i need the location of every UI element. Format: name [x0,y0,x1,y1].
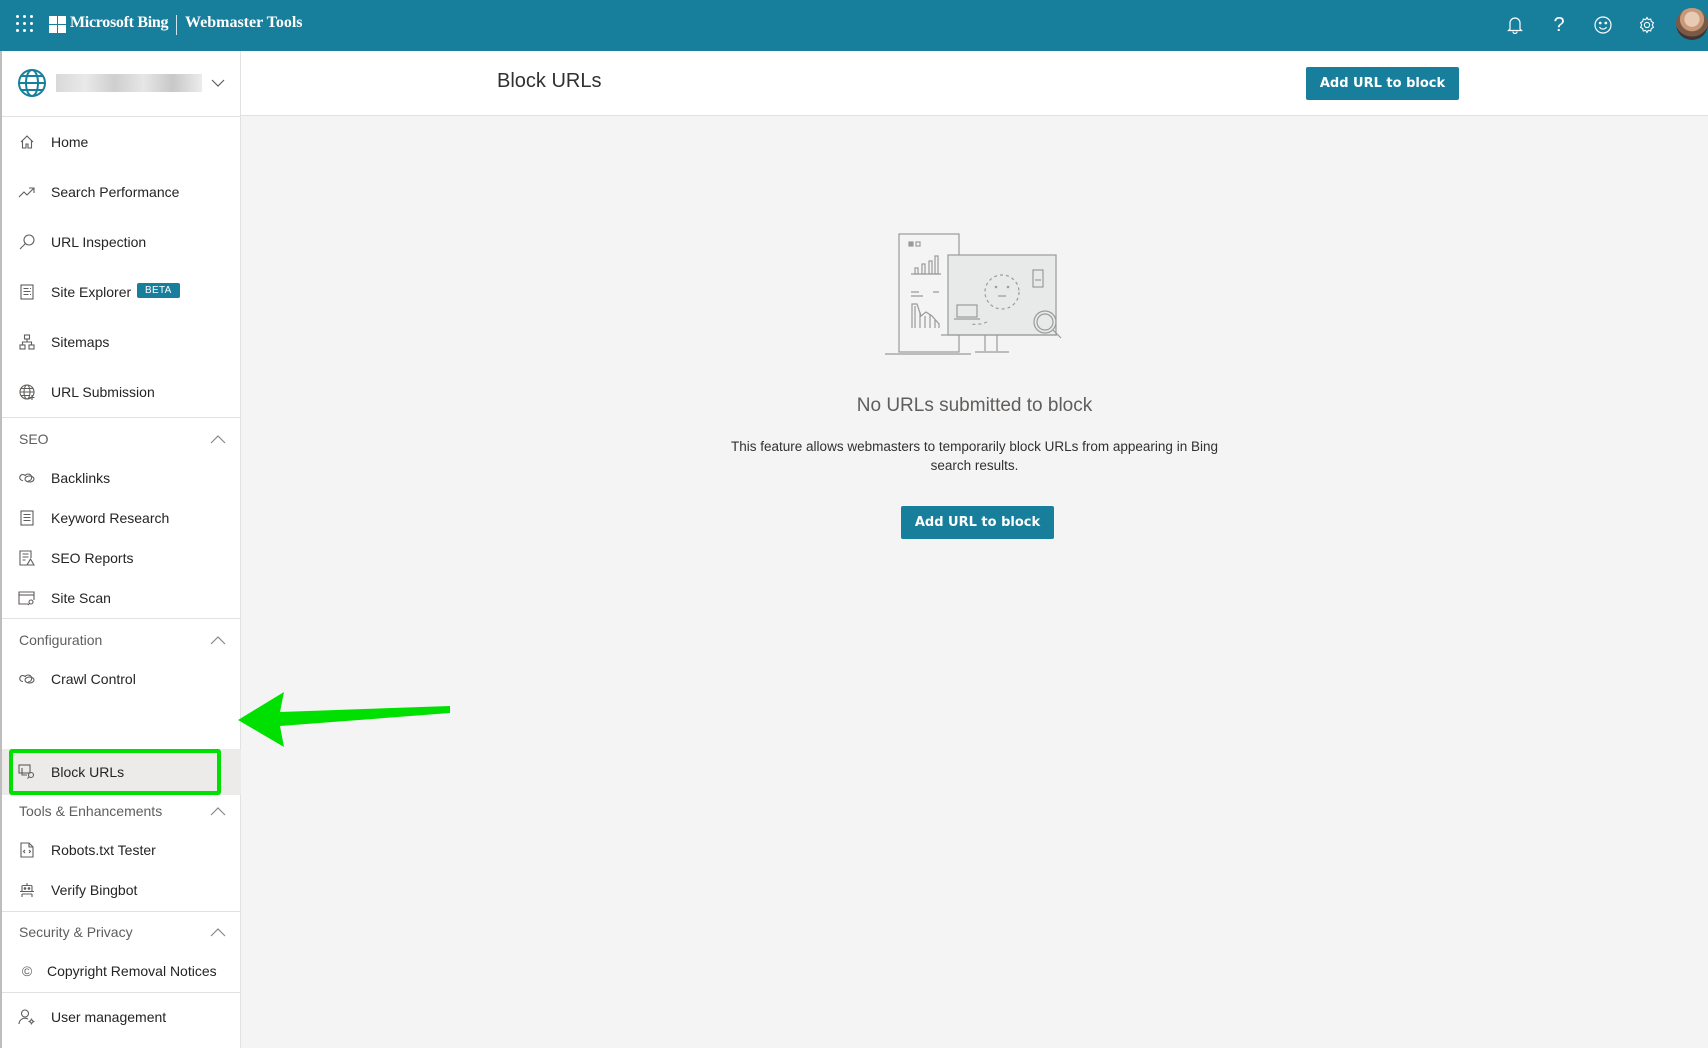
annotation-arrow-icon [238,692,450,747]
sidebar-item-label: Home [51,134,89,150]
search-icon [18,233,36,251]
sidebar-item-backlinks[interactable]: Backlinks [2,460,241,496]
sitemap-icon [18,333,36,351]
user-avatar[interactable] [1676,8,1708,40]
top-bar: Microsoft Bing Webmaster Tools ? [0,0,1708,51]
sidebar-item-user-management[interactable]: User management [2,999,241,1035]
sidebar-item-home[interactable]: Home [2,124,241,160]
app-launcher-icon[interactable] [16,15,34,33]
sidebar-item-label: Sitemaps [51,334,110,350]
bell-icon[interactable] [1502,12,1528,38]
sidebar-item-label: Copyright Removal Notices [47,963,217,979]
group-header-tools-enhancements[interactable]: Tools & Enhancements [2,793,241,829]
divider [2,992,241,993]
sidebar-item-label: Site Scan [51,590,111,606]
group-title: Security & Privacy [19,924,133,940]
group-title: Tools & Enhancements [19,803,163,819]
globe-icon [18,69,46,97]
empty-state-description: This feature allows webmasters to tempor… [731,439,1218,473]
help-icon[interactable]: ? [1546,12,1572,38]
sidebar-item-label: Backlinks [51,470,111,486]
sidebar-item-url-inspection[interactable]: URL Inspection [2,224,241,260]
robot-icon [18,881,36,899]
content-header: Block URLs Add URL to block [241,51,1708,116]
sidebar-item-label: Crawl Control [51,671,136,687]
sidebar-item-keyword-research[interactable]: Keyword Research [2,500,241,536]
sidebar-item-sitemaps[interactable]: Sitemaps [2,324,241,360]
site-name-redacted [56,74,202,92]
chevron-up-icon[interactable] [210,634,226,646]
microsoft-logo-icon [49,16,66,33]
sidebar-item-seo-reports[interactable]: SEO Reports [2,540,241,576]
group-header-security-privacy[interactable]: Security & Privacy [2,914,241,950]
code-file-icon [18,841,36,859]
block-urls-icon [18,763,36,781]
product-name[interactable]: Webmaster Tools [185,14,303,32]
sidebar-item-site-explorer[interactable]: Site Explorer BETA [2,274,241,310]
chevron-up-icon[interactable] [210,433,226,445]
page-title: Block URLs [497,70,602,92]
report-warning-icon [18,549,36,567]
sidebar-item-label: User management [51,1009,167,1025]
empty-state-illustration [885,233,1062,355]
sidebar-item-label: SEO Reports [51,550,134,566]
add-url-to-block-button[interactable]: Add URL to block [1306,67,1459,100]
beta-badge: BETA [137,283,180,298]
settings-gear-icon[interactable] [1634,12,1660,38]
sidebar-item-label: Keyword Research [51,510,170,526]
copyright-icon: © [21,963,33,979]
sidebar: Home Search Performance URL Inspection S… [0,51,241,1048]
sidebar-item-block-urls[interactable]: Block URLs [2,749,241,795]
sidebar-item-label: Verify Bingbot [51,882,138,898]
sidebar-item-copyright-removal-notices[interactable]: © Copyright Removal Notices [2,953,241,989]
sidebar-item-label: URL Submission [51,384,155,400]
sidebar-item-label: Block URLs [51,764,125,780]
add-url-to-block-button-center[interactable]: Add URL to block [901,506,1054,539]
group-header-configuration[interactable]: Configuration [2,622,241,658]
sidebar-item-label: Site Explorer [51,284,132,300]
site-picker[interactable] [2,51,241,116]
group-title: Configuration [19,632,103,648]
group-header-seo[interactable]: SEO [2,421,241,457]
sidebar-item-crawl-control[interactable]: Crawl Control [2,661,241,697]
brand-separator [176,15,177,35]
brand-name[interactable]: Microsoft Bing [70,14,168,32]
chevron-up-icon[interactable] [210,805,226,817]
sidebar-item-site-scan[interactable]: Site Scan [2,580,241,616]
user-settings-icon [18,1008,36,1026]
document-list-icon [18,283,36,301]
divider [2,911,241,912]
divider [2,618,241,619]
chevron-down-icon[interactable] [210,75,226,91]
document-list-icon [18,509,36,527]
sidebar-item-label: Robots.txt Tester [51,842,156,858]
sidebar-item-label: Search Performance [51,184,180,200]
trend-icon [18,183,36,201]
window-search-icon [18,589,36,607]
divider [2,116,241,117]
chevron-up-icon[interactable] [210,926,226,938]
group-title: SEO [19,431,49,447]
empty-state-title: No URLs submitted to block [856,395,1093,416]
home-icon [18,133,36,151]
link-icon [18,469,36,487]
sidebar-item-verify-bingbot[interactable]: Verify Bingbot [2,872,241,908]
divider [2,417,241,418]
globe-add-icon [18,383,36,401]
sidebar-item-label: URL Inspection [51,234,147,250]
sidebar-item-robots-txt-tester[interactable]: Robots.txt Tester [2,832,241,868]
link-icon [18,670,36,688]
feedback-smiley-icon[interactable] [1590,12,1616,38]
sidebar-item-url-submission[interactable]: URL Submission [2,374,241,410]
sidebar-item-search-performance[interactable]: Search Performance [2,174,241,210]
